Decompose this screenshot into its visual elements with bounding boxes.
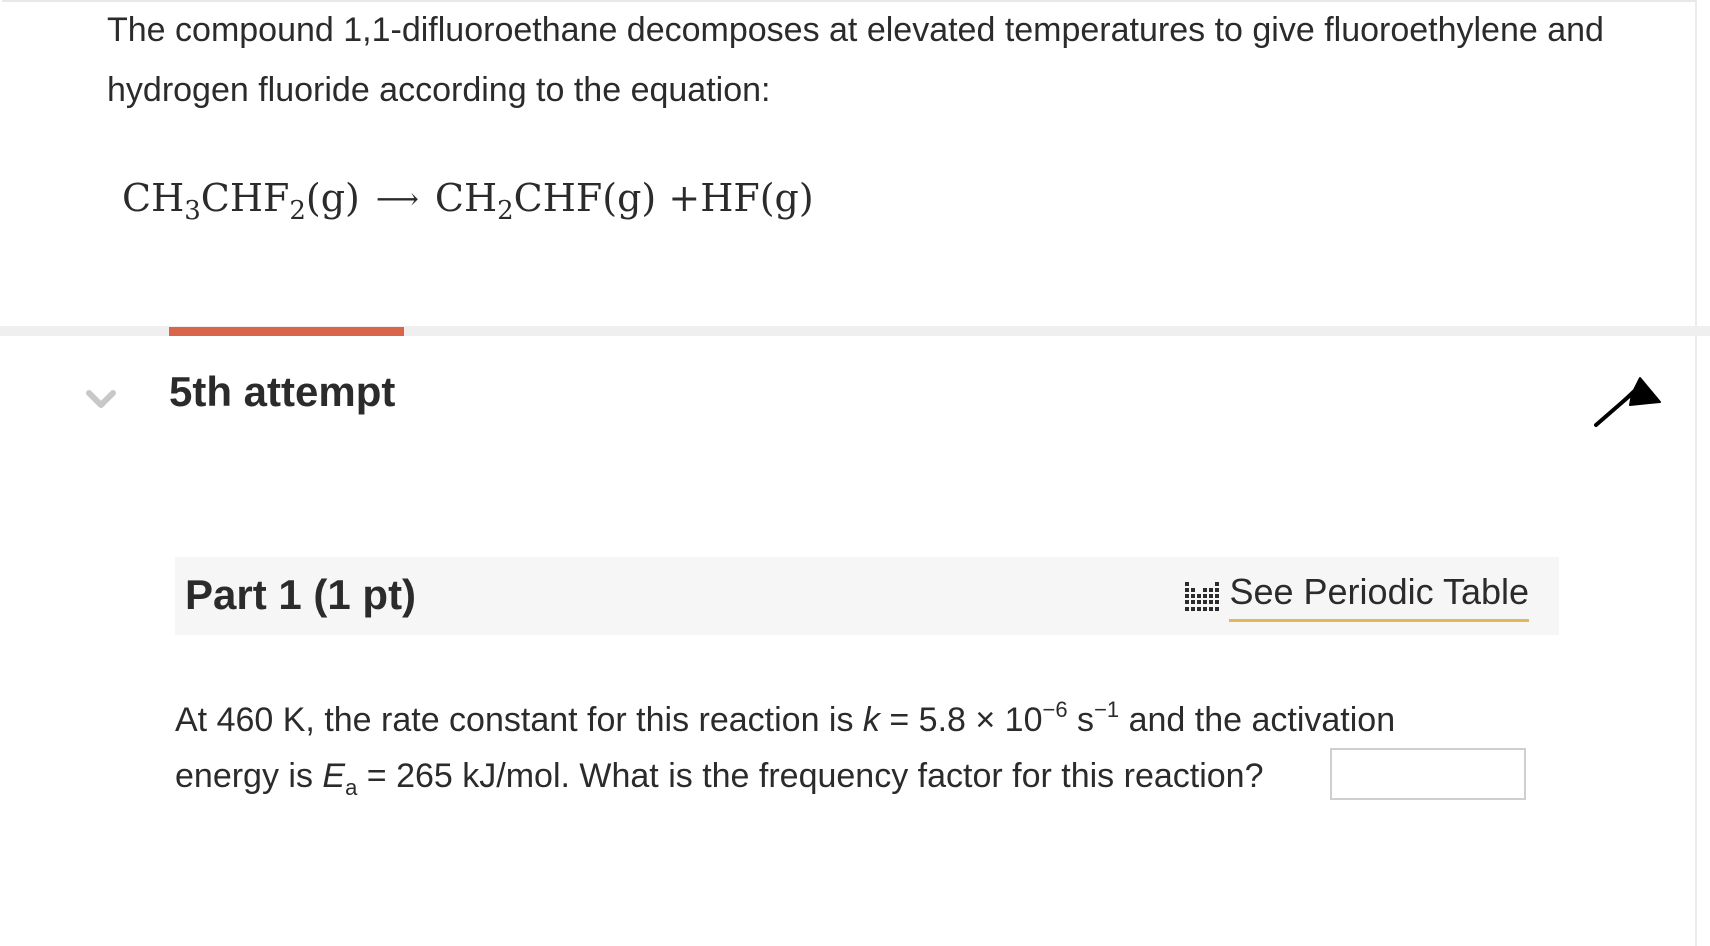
exponent-2: −1 <box>1094 697 1120 722</box>
problem-intro: The compound 1,1-difluoroethane decompos… <box>107 0 1667 120</box>
exponent-1: −6 <box>1042 697 1068 722</box>
reaction-arrow: ⟶ <box>375 182 419 217</box>
question-line-1: At 460 K, the rate constant for this rea… <box>175 697 1396 739</box>
product1-state: (g) <box>602 176 657 220</box>
part-title: Part 1 (1 pt) <box>185 571 417 618</box>
periodic-table-icon <box>1185 581 1220 611</box>
intro-line-1: The compound 1,1-difluoroethane decompos… <box>107 11 1604 49</box>
chevron-down-icon[interactable] <box>86 384 116 414</box>
reactant-subscript-3: 3 <box>184 196 201 226</box>
product2-hf: HF <box>700 176 760 220</box>
flag-icon[interactable] <box>1592 372 1668 428</box>
product2-state: (g) <box>759 176 814 220</box>
intro-line-2: hydrogen fluoride according to the equat… <box>107 71 771 109</box>
periodic-table-link[interactable]: See Periodic Table <box>1183 571 1529 622</box>
reactant-ch: CH <box>122 176 185 220</box>
product1-ch: CH <box>434 176 498 220</box>
periodic-table-label: See Periodic Table <box>1229 571 1529 622</box>
plus-sign: + <box>668 176 701 220</box>
ea-subscript: a <box>345 775 358 800</box>
part-header: Part 1 (1 pt) See Periodic Table <box>175 557 1559 635</box>
chemical-equation: CH3CHF2(g) ⟶ CH2CHF(g) +HF(g) <box>122 176 814 226</box>
answer-input[interactable] <box>1330 748 1526 800</box>
attempt-title: 5th attempt <box>169 368 396 415</box>
attempt-progress-accent <box>169 327 404 336</box>
ea-symbol: E <box>322 757 346 795</box>
reactant-subscript-2: 2 <box>289 196 306 226</box>
attempt-card <box>2 336 1697 946</box>
reactant-state: (g) <box>305 176 360 220</box>
reactant-chf: CHF <box>200 176 290 220</box>
k-symbol: k <box>862 701 880 739</box>
product1-subscript: 2 <box>497 196 514 226</box>
product1-chf: CHF <box>513 176 603 220</box>
